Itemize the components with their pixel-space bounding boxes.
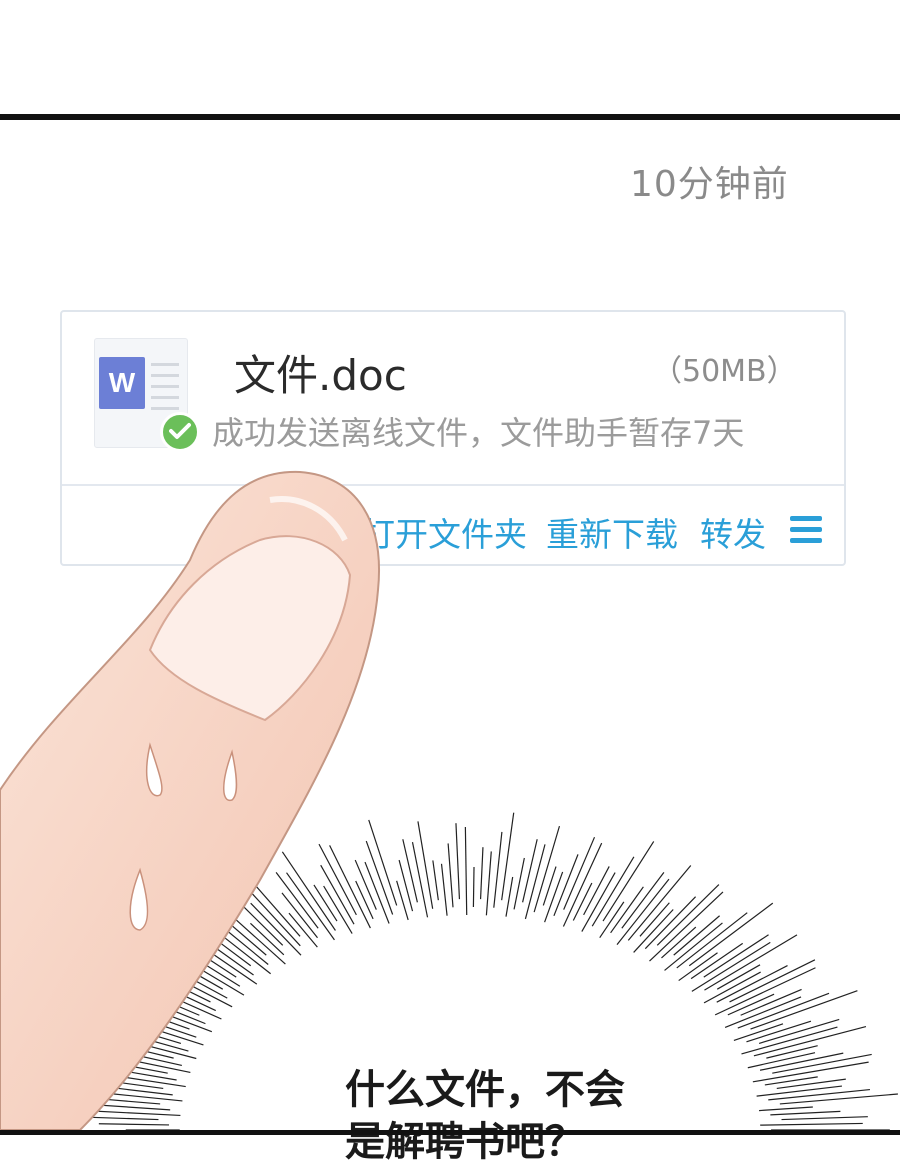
finger-illustration bbox=[0, 470, 380, 1131]
speech-line-2: 是解聘书吧？ bbox=[345, 1119, 585, 1165]
speech-text: 什么文件，不会 是解聘书吧？ bbox=[345, 1064, 625, 1168]
panel-border-bottom bbox=[0, 1130, 900, 1135]
speech-line-1: 什么文件，不会 bbox=[345, 1067, 625, 1113]
